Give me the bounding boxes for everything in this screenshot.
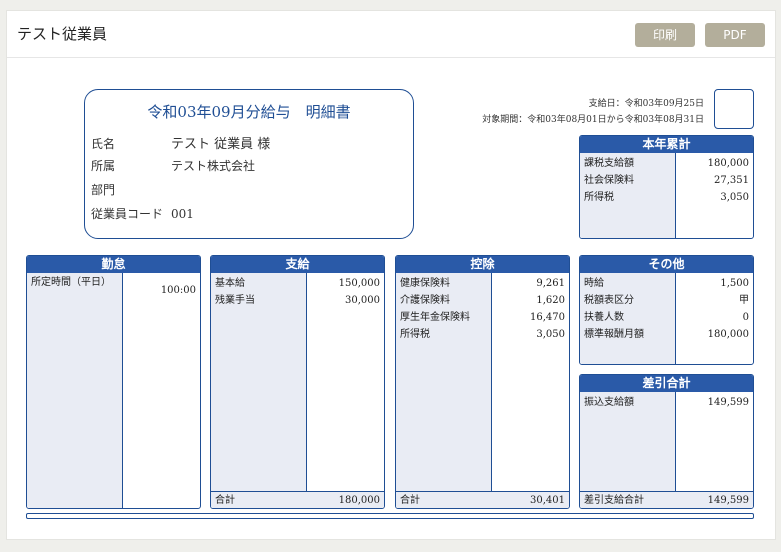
net-row-value: 149,599 bbox=[707, 397, 749, 408]
department-row: 部門 bbox=[91, 181, 171, 198]
payments-total-row: 合計 180,000 bbox=[211, 491, 384, 508]
employee-name-row: 氏名 テスト 従業員 様 bbox=[91, 133, 270, 152]
target-period: 対象期間：令和03年08月01日から令和03年08月31日 bbox=[482, 115, 704, 125]
pay-date: 支給日：令和03年09月25日 bbox=[588, 99, 704, 109]
seal-box bbox=[714, 89, 754, 129]
employee-name-label: 氏名 bbox=[91, 137, 116, 151]
deduction-row-label: 厚生年金保険料 bbox=[400, 312, 470, 323]
deductions-total-row: 合計 30,401 bbox=[396, 491, 569, 508]
other-row-value: 1,500 bbox=[720, 278, 749, 289]
other-row: 時給 1,500 bbox=[580, 275, 753, 292]
deduction-row: 厚生年金保険料 16,470 bbox=[396, 309, 569, 326]
deductions-total-value: 30,401 bbox=[530, 495, 565, 506]
payment-row: 基本給 150,000 bbox=[211, 275, 384, 292]
ytd-panel-title: 本年累計 bbox=[580, 136, 753, 153]
payments-total-value: 180,000 bbox=[338, 495, 380, 506]
payment-row-label: 基本給 bbox=[215, 278, 245, 289]
attendance-panel-title: 勤怠 bbox=[27, 256, 200, 273]
pdf-button[interactable]: PDF bbox=[705, 23, 765, 47]
ytd-row-label: 社会保険料 bbox=[584, 175, 634, 186]
payments-panel: 支給 基本給 150,000 残業手当 30,000 合計 180,000 bbox=[210, 255, 385, 509]
payment-row: 残業手当 30,000 bbox=[211, 292, 384, 309]
ytd-row: 所得税 3,050 bbox=[580, 189, 753, 206]
attendance-row-label: 所定時間（平日） bbox=[31, 277, 111, 288]
payment-row-value: 30,000 bbox=[345, 295, 380, 306]
other-row-value: 180,000 bbox=[707, 329, 749, 340]
deductions-panel: 控除 健康保険料 9,261 介護保険料 1,620 厚生年金保険料 16,470 所… bbox=[395, 255, 570, 509]
employee-code-label: 従業員コード bbox=[91, 207, 164, 221]
deduction-row: 健康保険料 9,261 bbox=[396, 275, 569, 292]
net-row-label: 振込支給額 bbox=[584, 397, 634, 408]
ytd-row: 社会保険料 27,351 bbox=[580, 172, 753, 189]
employee-name-value: テスト 従業員 様 bbox=[171, 137, 271, 152]
page-title: テスト従業員 bbox=[17, 25, 108, 43]
ytd-panel: 本年累計 課税支給額 180,000 社会保険料 27,351 所得税 3,050 bbox=[579, 135, 754, 239]
deduction-row-value: 1,620 bbox=[536, 295, 565, 306]
attendance-row-value: 100:00 bbox=[160, 285, 196, 296]
deduction-row-label: 所得税 bbox=[400, 329, 430, 340]
footer-bar bbox=[26, 513, 754, 519]
payments-panel-title: 支給 bbox=[211, 256, 384, 273]
net-row: 振込支給額 149,599 bbox=[580, 394, 753, 411]
ytd-row-value: 180,000 bbox=[707, 158, 749, 169]
payment-row-value: 150,000 bbox=[338, 278, 380, 289]
other-row: 税額表区分 甲 bbox=[580, 292, 753, 309]
other-row: 扶養人数 0 bbox=[580, 309, 753, 326]
net-total-label: 差引支給合計 bbox=[584, 495, 644, 506]
payment-row-label: 残業手当 bbox=[215, 295, 255, 306]
date-block: 支給日：令和03年09月25日 対象期間：令和03年08月01日から令和03年0… bbox=[440, 96, 704, 128]
other-row-label: 税額表区分 bbox=[584, 295, 634, 306]
slip-title: 令和03年09月分給与 明細書 bbox=[147, 103, 351, 121]
other-panel: その他 時給 1,500 税額表区分 甲 扶養人数 0 標準報酬月額 180,000 bbox=[579, 255, 754, 365]
deduction-row-label: 健康保険料 bbox=[400, 278, 450, 289]
deduction-row: 介護保険料 1,620 bbox=[396, 292, 569, 309]
payments-total-label: 合計 bbox=[215, 495, 235, 506]
deduction-row-value: 3,050 bbox=[536, 329, 565, 340]
employee-code-row: 従業員コード 001 bbox=[91, 205, 194, 222]
other-panel-title: その他 bbox=[580, 256, 753, 273]
deduction-row-value: 9,261 bbox=[536, 278, 565, 289]
other-row-value: 甲 bbox=[739, 295, 749, 306]
slip-title-box: 令和03年09月分給与 明細書 氏名 テスト 従業員 様 所属 テスト株式会社 部門… bbox=[84, 89, 414, 239]
department-label: 部門 bbox=[91, 183, 116, 197]
employee-code-value: 001 bbox=[171, 207, 194, 221]
net-total-value: 149,599 bbox=[707, 495, 749, 506]
net-panel: 差引合計 振込支給額 149,599 差引支給合計 149,599 bbox=[579, 374, 754, 509]
affiliation-row: 所属 テスト株式会社 bbox=[91, 157, 255, 174]
ytd-row-value: 3,050 bbox=[720, 192, 749, 203]
deductions-total-label: 合計 bbox=[400, 495, 420, 506]
attendance-panel: 勤怠 所定時間（平日） 100:00 bbox=[26, 255, 201, 509]
affiliation-label: 所属 bbox=[91, 159, 116, 173]
ytd-row: 課税支給額 180,000 bbox=[580, 155, 753, 172]
other-row-label: 標準報酬月額 bbox=[584, 329, 644, 340]
other-row-label: 扶養人数 bbox=[584, 312, 624, 323]
deduction-row-label: 介護保険料 bbox=[400, 295, 450, 306]
other-row: 標準報酬月額 180,000 bbox=[580, 326, 753, 343]
affiliation-value: テスト株式会社 bbox=[171, 159, 256, 173]
deduction-row: 所得税 3,050 bbox=[396, 326, 569, 343]
print-button[interactable]: 印刷 bbox=[635, 23, 695, 47]
ytd-row-label: 所得税 bbox=[584, 192, 614, 203]
card-header: テスト従業員 印刷 PDF bbox=[7, 11, 775, 58]
deductions-panel-title: 控除 bbox=[396, 256, 569, 273]
ytd-row-value: 27,351 bbox=[714, 175, 749, 186]
other-row-value: 0 bbox=[742, 312, 749, 323]
ytd-row-label: 課税支給額 bbox=[584, 158, 634, 169]
net-total-row: 差引支給合計 149,599 bbox=[580, 491, 753, 508]
other-row-label: 時給 bbox=[584, 278, 604, 289]
deduction-row-value: 16,470 bbox=[530, 312, 565, 323]
net-panel-title: 差引合計 bbox=[580, 375, 753, 392]
